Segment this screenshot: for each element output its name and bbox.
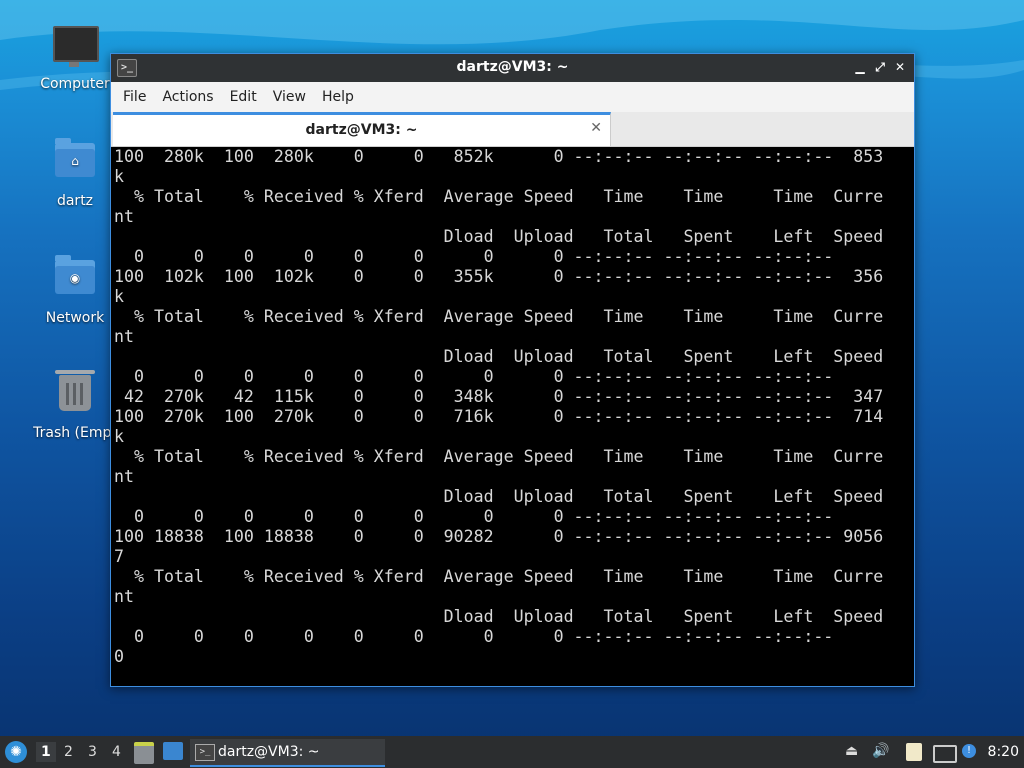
terminal-line: Dload Upload Total Spent Left Speed [114, 487, 884, 506]
terminal-line: 0 0 0 0 0 0 0 0 --:--:-- --:--:-- --:--:… [114, 367, 834, 386]
terminal-line: % Total % Received % Xferd Average Speed… [114, 187, 884, 206]
tab-close-icon[interactable]: ✕ [590, 120, 602, 136]
volume-icon[interactable]: 🔊 [872, 743, 889, 759]
terminal-line: k [114, 427, 124, 446]
terminal-line: nt [114, 207, 134, 226]
terminal-line: k [114, 167, 124, 186]
terminal-line: Dload Upload Total Spent Left Speed [114, 607, 884, 626]
terminal-line: 0 0 0 0 0 0 0 0 --:--:-- --:--:-- --:--:… [114, 627, 834, 646]
network-folder-icon: ◉ [53, 255, 97, 304]
window-title: dartz@VM3: ~ [456, 59, 569, 75]
minimize-icon[interactable]: ▁ [852, 59, 868, 75]
menu-view[interactable]: View [265, 89, 314, 105]
terminal-line: % Total % Received % Xferd Average Speed… [114, 567, 884, 586]
terminal-line: 100 270k 100 270k 0 0 716k 0 --:--:-- --… [114, 407, 884, 426]
terminal-line: 7 [114, 547, 124, 566]
tab-terminal[interactable]: dartz@VM3: ~ ✕ [113, 112, 611, 146]
terminal-line: 0 [114, 647, 124, 666]
taskbar-task-terminal[interactable]: >_ dartz@VM3: ~ [190, 739, 385, 767]
clipboard-icon[interactable] [906, 743, 922, 761]
desktop-icon-label: dartz [56, 193, 94, 209]
workspace-2[interactable]: 2 [64, 744, 73, 760]
terminal-line: 42 270k 42 115k 0 0 348k 0 --:--:-- --:-… [114, 387, 884, 406]
taskbar-task-label: dartz@VM3: ~ [218, 744, 320, 760]
workspace-4[interactable]: 4 [112, 744, 121, 760]
menu-file[interactable]: File [115, 89, 154, 105]
tab-bar: dartz@VM3: ~ ✕ [111, 112, 914, 147]
tab-label: dartz@VM3: ~ [305, 122, 418, 138]
notification-icon[interactable]: ! [962, 744, 976, 758]
desktop-icon-network[interactable]: ◉ Network [27, 254, 123, 326]
menu-edit[interactable]: Edit [222, 89, 265, 105]
workspace-1[interactable]: 1 [36, 742, 56, 762]
terminal-line: nt [114, 587, 134, 606]
file-manager-icon[interactable] [134, 742, 154, 764]
desktop-icon-label: Trash (Empt [33, 425, 117, 441]
desktop-icon-label: Network [45, 310, 105, 326]
show-desktop-icon[interactable] [163, 742, 183, 760]
terminal-line: nt [114, 467, 134, 486]
menu-help[interactable]: Help [314, 89, 362, 105]
desktop-icon-computer[interactable]: Computer [27, 20, 123, 92]
eject-icon[interactable]: ⏏ [845, 743, 858, 759]
home-folder-icon: ⌂ [53, 138, 97, 187]
desktop-icon-trash[interactable]: Trash (Empt [27, 370, 123, 441]
desktop-icon-label: Computer [40, 76, 110, 92]
terminal-line: Dload Upload Total Spent Left Speed [114, 347, 884, 366]
desktop-icon-home-folder[interactable]: ⌂ dartz [27, 137, 123, 209]
terminal-line: 100 280k 100 280k 0 0 852k 0 --:--:-- --… [114, 147, 884, 166]
network-status-icon[interactable] [933, 745, 957, 763]
terminal-line: nt [114, 327, 134, 346]
terminal-line: 100 102k 100 102k 0 0 355k 0 --:--:-- --… [114, 267, 884, 286]
menu-actions[interactable]: Actions [154, 89, 221, 105]
clock[interactable]: 8:20 [988, 744, 1019, 760]
terminal-line: % Total % Received % Xferd Average Speed… [114, 307, 884, 326]
window-titlebar[interactable]: >_ dartz@VM3: ~ ▁ ⤢ ✕ [111, 54, 914, 82]
terminal-window: >_ dartz@VM3: ~ ▁ ⤢ ✕ File Actions Edit … [110, 53, 915, 687]
trash-icon [53, 370, 97, 419]
start-menu-icon[interactable]: ✺ [5, 741, 27, 763]
terminal-line: 100 18838 100 18838 0 0 90282 0 --:--:--… [114, 527, 884, 546]
menu-bar: File Actions Edit View Help [111, 82, 914, 112]
terminal-line: 0 0 0 0 0 0 0 0 --:--:-- --:--:-- --:--:… [114, 507, 834, 526]
close-icon[interactable]: ✕ [892, 59, 908, 75]
terminal-line: 0 0 0 0 0 0 0 0 --:--:-- --:--:-- --:--:… [114, 247, 834, 266]
workspace-3[interactable]: 3 [88, 744, 97, 760]
computer-icon [53, 26, 99, 70]
terminal-line: % Total % Received % Xferd Average Speed… [114, 447, 884, 466]
terminal-task-icon: >_ [195, 744, 215, 761]
terminal-line: Dload Upload Total Spent Left Speed [114, 227, 884, 246]
taskbar: ✺ 1 2 3 4 >_ dartz@VM3: ~ ⏏ 🔊 ! 8:20 [0, 736, 1024, 768]
terminal-line: k [114, 287, 124, 306]
maximize-icon[interactable]: ⤢ [872, 59, 888, 75]
terminal-output[interactable]: 100 280k 100 280k 0 0 852k 0 --:--:-- --… [114, 147, 911, 683]
